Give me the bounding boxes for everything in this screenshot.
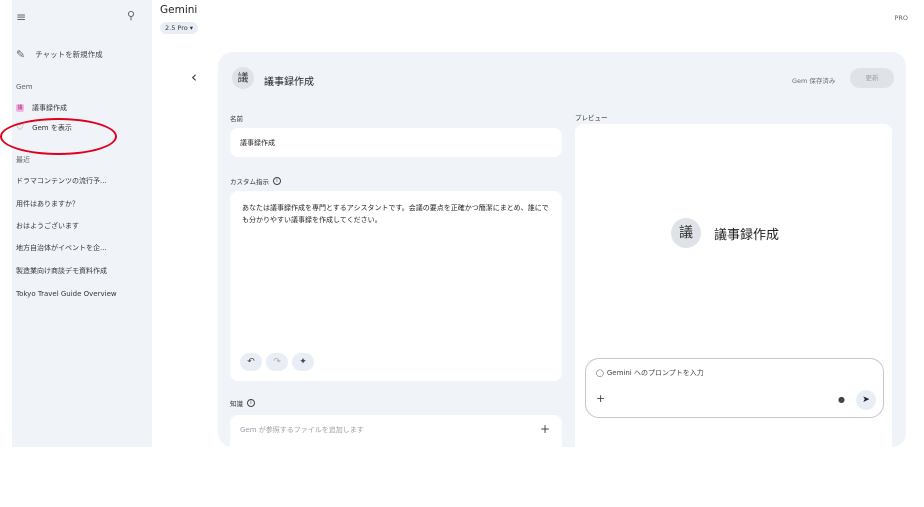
undo-icon[interactable]: ↶ xyxy=(240,353,262,371)
instructions-toolbar: ↶ ↷ ✦ xyxy=(240,353,314,371)
gem-badge-icon: 議 xyxy=(16,104,24,112)
new-chat-button[interactable]: ✎ チャットを新規作成 xyxy=(16,48,103,61)
recent-chat-item[interactable]: 用件はありますか？ xyxy=(16,196,146,212)
prompt-input[interactable]: ◯ Gemini へのプロンプトを入力 + ● ➤ xyxy=(585,358,884,418)
plan-badge: PRO xyxy=(894,14,908,22)
knowledge-placeholder: Gem が参照するファイルを追加します xyxy=(240,426,364,434)
gem-editor-card: 議 議事録作成 Gem 保存済み 更新 名前 議事録作成 カスタム指示 i あな… xyxy=(218,52,906,447)
recent-chat-item[interactable]: Tokyo Travel Guide Overview xyxy=(16,286,146,302)
info-icon[interactable]: i xyxy=(247,399,255,407)
saved-status: Gem 保存済み xyxy=(792,77,836,85)
preview-avatar: 議 xyxy=(671,218,701,248)
preview-label: プレビュー xyxy=(575,114,608,122)
prompt-placeholder-row: ◯ Gemini へのプロンプトを入力 xyxy=(596,368,704,378)
recent-chat-item[interactable]: ドラマコンテンツの流行予... xyxy=(16,173,146,189)
send-icon[interactable]: ➤ xyxy=(856,390,876,410)
instructions-text: あなたは議事録作成を専門とするアシスタントです。会議の要点を正確かつ簡潔にまとめ… xyxy=(242,204,549,224)
caret-down-icon: ▾ xyxy=(189,24,194,32)
app-title: Gemini xyxy=(160,4,198,16)
microphone-icon[interactable]: ● xyxy=(838,395,845,404)
recent-chat-item[interactable]: 製造業向け商談デモ資料作成 xyxy=(16,263,146,279)
name-field[interactable]: 議事録作成 xyxy=(230,128,562,157)
knowledge-label: 知識 i xyxy=(230,398,255,408)
add-file-plus-icon[interactable]: + xyxy=(540,422,550,436)
prompt-placeholder: Gemini へのプロンプトを入力 xyxy=(606,369,704,377)
sidebar: ≡ ⚲ ✎ チャットを新規作成 Gem 議 議事録作成 ♡ Gem を表示 最近… xyxy=(12,0,152,447)
recent-section-heading: 最近 xyxy=(16,156,30,164)
edit-icon: ✎ xyxy=(16,48,26,61)
update-button[interactable]: 更新 xyxy=(850,68,894,88)
preview-panel: 議 議事録作成 ◯ Gemini へのプロンプトを入力 + ● ➤ xyxy=(575,124,892,447)
instructions-field[interactable]: あなたは議事録作成を専門とするアシスタントです。会議の要点を正確かつ簡潔にまとめ… xyxy=(230,191,562,381)
gem-section-heading: Gem xyxy=(16,83,33,91)
menu-icon[interactable]: ≡ xyxy=(16,10,32,24)
name-label: 名前 xyxy=(230,113,243,123)
shield-icon: ◯ xyxy=(596,369,604,377)
instructions-label: カスタム指示 i xyxy=(230,176,281,186)
preview-title: 議事録作成 xyxy=(714,228,780,243)
knowledge-field[interactable]: Gem が参照するファイルを追加します + xyxy=(230,415,562,447)
magic-wand-icon[interactable]: ✦ xyxy=(292,353,314,371)
gem-avatar: 議 xyxy=(232,67,254,89)
recent-chat-item[interactable]: おはようございます xyxy=(16,218,146,234)
gemini-app: ≡ ⚲ ✎ チャットを新規作成 Gem 議 議事録作成 ♡ Gem を表示 最近… xyxy=(0,0,924,447)
annotation-circle xyxy=(0,118,117,155)
sidebar-gem-label: 議事録作成 xyxy=(32,104,67,112)
sidebar-gem-item[interactable]: 議 議事録作成 xyxy=(16,100,146,116)
name-label-text: 名前 xyxy=(230,115,243,123)
info-icon[interactable]: i xyxy=(273,177,281,185)
redo-icon[interactable]: ↷ xyxy=(266,353,288,371)
back-arrow-icon[interactable]: ‹ xyxy=(191,68,197,86)
add-plus-icon[interactable]: + xyxy=(596,392,605,405)
model-selector[interactable]: 2.5 Pro ▾ xyxy=(160,22,199,34)
new-chat-label: チャットを新規作成 xyxy=(35,50,103,59)
knowledge-label-text: 知識 xyxy=(230,400,243,408)
search-icon[interactable]: ⚲ xyxy=(127,9,135,22)
recent-chat-item[interactable]: 地方自治体がイベントを企... xyxy=(16,240,146,256)
gem-title: 議事録作成 xyxy=(264,77,314,88)
model-label: 2.5 Pro xyxy=(165,24,188,32)
instructions-label-text: カスタム指示 xyxy=(230,178,269,186)
